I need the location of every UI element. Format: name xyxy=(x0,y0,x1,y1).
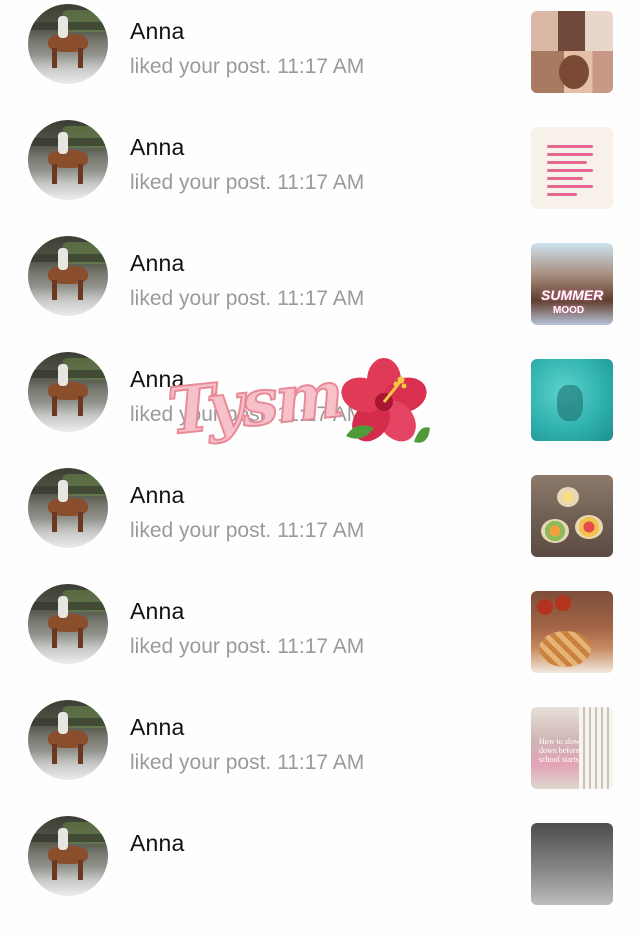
username[interactable]: Anna xyxy=(130,714,185,741)
notification-row[interactable]: Anna liked your post. 11:17 AM xyxy=(0,120,640,240)
avatar[interactable] xyxy=(28,584,108,664)
username[interactable]: Anna xyxy=(130,250,185,277)
thumbnail-text: How to slow down before school starts xyxy=(539,737,580,764)
post-thumbnail[interactable] xyxy=(531,591,613,673)
post-thumbnail[interactable] xyxy=(531,127,613,209)
thumbnail-text: SUMMER xyxy=(541,287,604,303)
post-thumbnail[interactable]: How to slow down before school starts xyxy=(531,707,613,789)
notification-row[interactable]: Anna liked your post. 11:17 AM xyxy=(0,4,640,124)
thumbnail-text: MOOD xyxy=(553,305,585,316)
notification-text: liked your post. 11:17 AM xyxy=(130,287,365,310)
notification-row[interactable]: Anna liked your post. 11:17 AM xyxy=(0,352,640,472)
username[interactable]: Anna xyxy=(130,366,185,393)
notification-text: liked your post. 11:17 AM xyxy=(130,55,365,78)
notification-row[interactable]: Anna liked your post. 11:17 AM xyxy=(0,584,640,704)
notification-text: liked your post. 11:17 AM xyxy=(130,403,365,426)
post-thumbnail[interactable] xyxy=(531,823,613,905)
avatar[interactable] xyxy=(28,700,108,780)
avatar[interactable] xyxy=(28,4,108,84)
avatar[interactable] xyxy=(28,236,108,316)
notification-row[interactable]: Anna liked your post. 11:17 AM xyxy=(0,468,640,588)
username[interactable]: Anna xyxy=(130,598,185,625)
avatar[interactable] xyxy=(28,816,108,896)
notification-text: liked your post. 11:17 AM xyxy=(130,519,365,542)
notification-text: liked your post. 11:17 AM xyxy=(130,751,365,774)
notification-row[interactable]: Anna xyxy=(0,816,640,936)
post-thumbnail[interactable]: SUMMER MOOD xyxy=(531,243,613,325)
notification-text: liked your post. 11:17 AM xyxy=(130,635,365,658)
avatar[interactable] xyxy=(28,352,108,432)
avatar[interactable] xyxy=(28,120,108,200)
notification-row[interactable]: Anna liked your post. 11:17 AM SUMMER MO… xyxy=(0,236,640,356)
username[interactable]: Anna xyxy=(130,830,185,857)
notification-text: liked your post. 11:17 AM xyxy=(130,171,365,194)
username[interactable]: Anna xyxy=(130,482,185,509)
username[interactable]: Anna xyxy=(130,18,185,45)
notification-row[interactable]: Anna liked your post. 11:17 AM How to sl… xyxy=(0,700,640,820)
post-thumbnail[interactable] xyxy=(531,475,613,557)
username[interactable]: Anna xyxy=(130,134,185,161)
avatar[interactable] xyxy=(28,468,108,548)
post-thumbnail[interactable] xyxy=(531,11,613,93)
post-thumbnail[interactable] xyxy=(531,359,613,441)
